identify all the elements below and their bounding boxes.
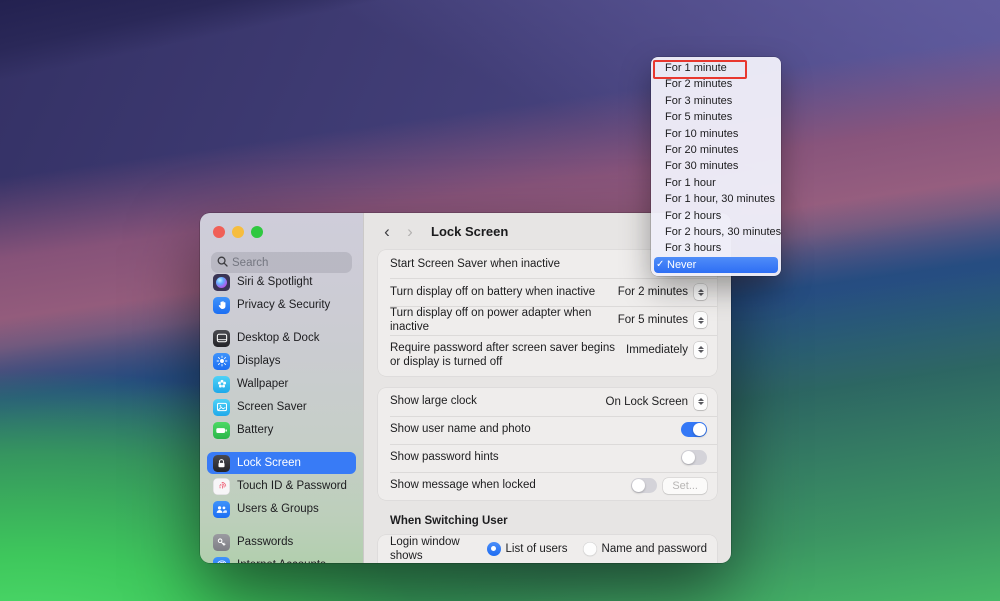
radio-selected-icon[interactable] [487,542,501,556]
stepper-icon[interactable] [694,394,707,410]
checkmark-icon: ✓ [656,257,665,273]
toggle-show-message[interactable] [631,478,657,493]
sidebar-item-users-groups[interactable]: Users & Groups [207,498,356,520]
row-label: Show user name and photo [390,422,531,436]
menu-item[interactable]: For 3 hours [651,240,781,256]
row-show-user-name-photo: Show user name and photo [378,416,717,444]
search-icon [217,254,228,272]
row-display-off-battery: Turn display off on battery when inactiv… [378,278,717,306]
settings-content: Start Screen Saver when inactive Turn di… [364,250,731,563]
settings-group-switching-user: Login window shows List of users Name an… [378,535,717,564]
menu-item[interactable]: For 1 hour [651,175,781,191]
toggle-password-hints[interactable] [681,450,707,465]
touch-id-icon [213,478,230,495]
sidebar-item-siri-spotlight[interactable]: Siri & Spotlight [207,271,356,293]
sidebar-item-lock-screen[interactable]: Lock Screen [207,452,356,474]
row-show-large-clock: Show large clock On Lock Screen [378,388,717,416]
row-label: Require password after screen saver begi… [390,341,626,370]
sidebar-item-desktop-dock[interactable]: Desktop & Dock [207,327,356,349]
menu-item[interactable]: For 5 minutes [651,109,781,125]
row-label: Turn display off on battery when inactiv… [390,285,595,299]
wallpaper-flower-icon [213,376,230,393]
menu-item-selected[interactable]: ✓ Never [654,257,778,273]
lock-icon [213,455,230,472]
sidebar-item-passwords[interactable]: Passwords [207,531,356,553]
search-placeholder: Search [232,257,268,269]
sidebar-nav: Siri & Spotlight Privacy & Security Desk… [207,271,356,563]
row-label: Start Screen Saver when inactive [390,257,560,271]
row-label: Login window shows [390,535,487,564]
stepper-value: For 2 minutes [618,286,688,298]
back-chevron-icon[interactable]: ‹ [380,223,394,240]
desktop-dock-icon [213,330,230,347]
menu-item[interactable]: For 2 hours, 30 minutes [651,224,781,240]
page-title: Lock Screen [431,224,508,239]
sidebar-item-battery[interactable]: Battery [207,419,356,441]
search-input[interactable]: Search [211,252,352,273]
stepper-value: For 5 minutes [618,314,688,326]
desktop-wallpaper: Search Siri & Spotlight Privacy & Securi… [0,0,1000,601]
menu-item[interactable]: For 30 minutes [651,158,781,174]
row-label: Show message when locked [390,478,536,492]
row-label: Show password hints [390,450,499,464]
siri-icon [213,274,230,291]
sidebar-item-screen-saver[interactable]: Screen Saver [207,396,356,418]
stepper-value: Immediately [626,344,688,356]
set-message-button[interactable]: Set... [663,478,707,494]
minimize-button[interactable] [232,226,244,238]
section-header: When Switching User [390,515,717,527]
users-icon [213,501,230,518]
row-display-off-power: Turn display off on power adapter when i… [378,306,717,335]
traffic-lights [213,226,263,238]
sidebar-item-wallpaper[interactable]: Wallpaper [207,373,356,395]
row-login-window-shows: Login window shows List of users Name an… [378,535,717,564]
stepper-icon[interactable] [694,312,707,328]
sidebar-item-internet-accounts[interactable]: @ Internet Accounts [207,554,356,563]
forward-chevron-icon: › [403,223,417,240]
row-label: Turn display off on power adapter when i… [390,306,618,335]
radio-group: List of users Name and password [487,542,707,556]
row-show-message-locked: Show message when locked Set... [378,472,717,500]
toggle-show-user-name[interactable] [681,422,707,437]
screen-saver-icon [213,399,230,416]
row-label: Show large clock [390,394,477,408]
menu-item[interactable]: For 20 minutes [651,142,781,158]
stepper-icon[interactable] [694,342,707,358]
row-require-password: Require password after screen saver begi… [378,335,717,376]
menu-item[interactable]: For 2 hours [651,208,781,224]
radio-list-of-users[interactable]: List of users [487,542,568,556]
battery-icon [213,422,230,439]
sidebar: Search Siri & Spotlight Privacy & Securi… [200,213,363,563]
annotation-box [653,60,747,79]
menu-item[interactable]: For 3 minutes [651,93,781,109]
stepper-icon[interactable] [694,284,707,300]
sidebar-item-privacy-security[interactable]: Privacy & Security [207,294,356,316]
key-icon [213,534,230,551]
menu-item[interactable]: For 10 minutes [651,126,781,142]
row-show-password-hints: Show password hints [378,444,717,472]
radio-unselected-icon[interactable] [583,542,597,556]
displays-sun-icon [213,353,230,370]
screensaver-duration-menu: For 1 minute For 2 minutes For 3 minutes… [651,57,781,276]
menu-item-label: Never [667,257,696,273]
radio-name-and-password[interactable]: Name and password [583,542,707,556]
privacy-hand-icon [213,297,230,314]
close-button[interactable] [213,226,225,238]
settings-group-lockscreen-options: Show large clock On Lock Screen Show use… [378,388,717,500]
sidebar-item-displays[interactable]: Displays [207,350,356,372]
stepper-value: On Lock Screen [606,396,688,408]
at-icon: @ [213,557,230,564]
menu-item[interactable]: For 1 hour, 30 minutes [651,191,781,207]
sidebar-item-touch-id-password[interactable]: Touch ID & Password [207,475,356,497]
zoom-button[interactable] [251,226,263,238]
